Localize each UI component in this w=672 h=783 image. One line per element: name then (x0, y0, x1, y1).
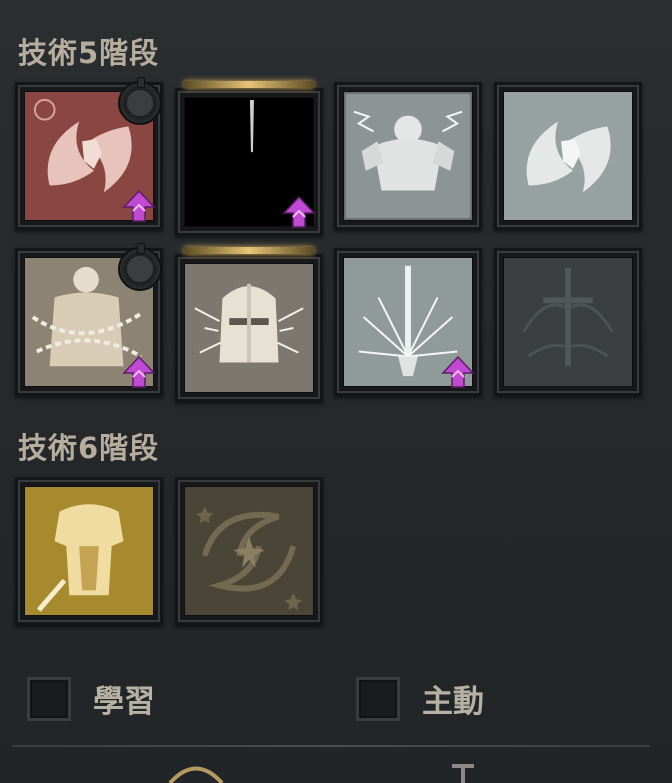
divider (12, 745, 650, 747)
upgrade-arrow-icon (282, 195, 316, 229)
selected-gold-bar (184, 81, 314, 88)
bottom-tab-icon-right[interactable] (448, 762, 478, 783)
skill-slot-dark-blade[interactable] (175, 81, 323, 236)
learn-filter-checkbox[interactable]: 學習 (27, 676, 155, 721)
upgrade-arrow-icon (441, 355, 475, 389)
dragon-slash-alt-skill-icon (503, 91, 633, 221)
cooldown-ring-icon (118, 243, 162, 291)
skill-slot-whirlwind-star[interactable] (175, 477, 323, 625)
skill-panel: 技術5階段 技術6階段 學習 主動 (0, 0, 672, 783)
bottom-tab-icon-left[interactable] (166, 762, 226, 783)
section-title-tier6: 技術6階段 (18, 431, 160, 465)
selected-gold-bar (184, 247, 314, 254)
skill-slot-golden-armor[interactable] (15, 477, 163, 625)
golden-armor-skill-icon (24, 486, 154, 616)
skill-slot-dragon-slash-alt[interactable] (494, 82, 642, 230)
whirlwind-star-skill-icon (184, 486, 314, 616)
active-filter-label: 主動 (422, 684, 484, 720)
warrior-roar-skill-icon (343, 91, 473, 221)
active-checkbox-box[interactable] (356, 676, 400, 721)
active-filter-checkbox[interactable]: 主動 (356, 676, 484, 721)
section-title-tier5: 技術5階段 (18, 36, 160, 70)
skill-slot-warrior-roar[interactable] (334, 82, 482, 230)
cooldown-ring-icon (118, 77, 162, 125)
skill-slot-thorn-sword[interactable] (494, 248, 642, 396)
learn-filter-label: 學習 (93, 684, 155, 720)
skill-slot-dragon-slash[interactable] (15, 77, 163, 230)
skill-slot-chained-prisoner[interactable] (15, 243, 163, 396)
upgrade-arrow-icon (122, 189, 156, 223)
upgrade-arrow-icon (122, 355, 156, 389)
learn-checkbox-box[interactable] (27, 676, 71, 721)
skill-slot-radiant-sword[interactable] (334, 248, 482, 396)
skill-slot-knight-helm[interactable] (175, 247, 323, 402)
thorn-sword-skill-icon (503, 257, 633, 387)
knight-helm-skill-icon (184, 263, 314, 393)
